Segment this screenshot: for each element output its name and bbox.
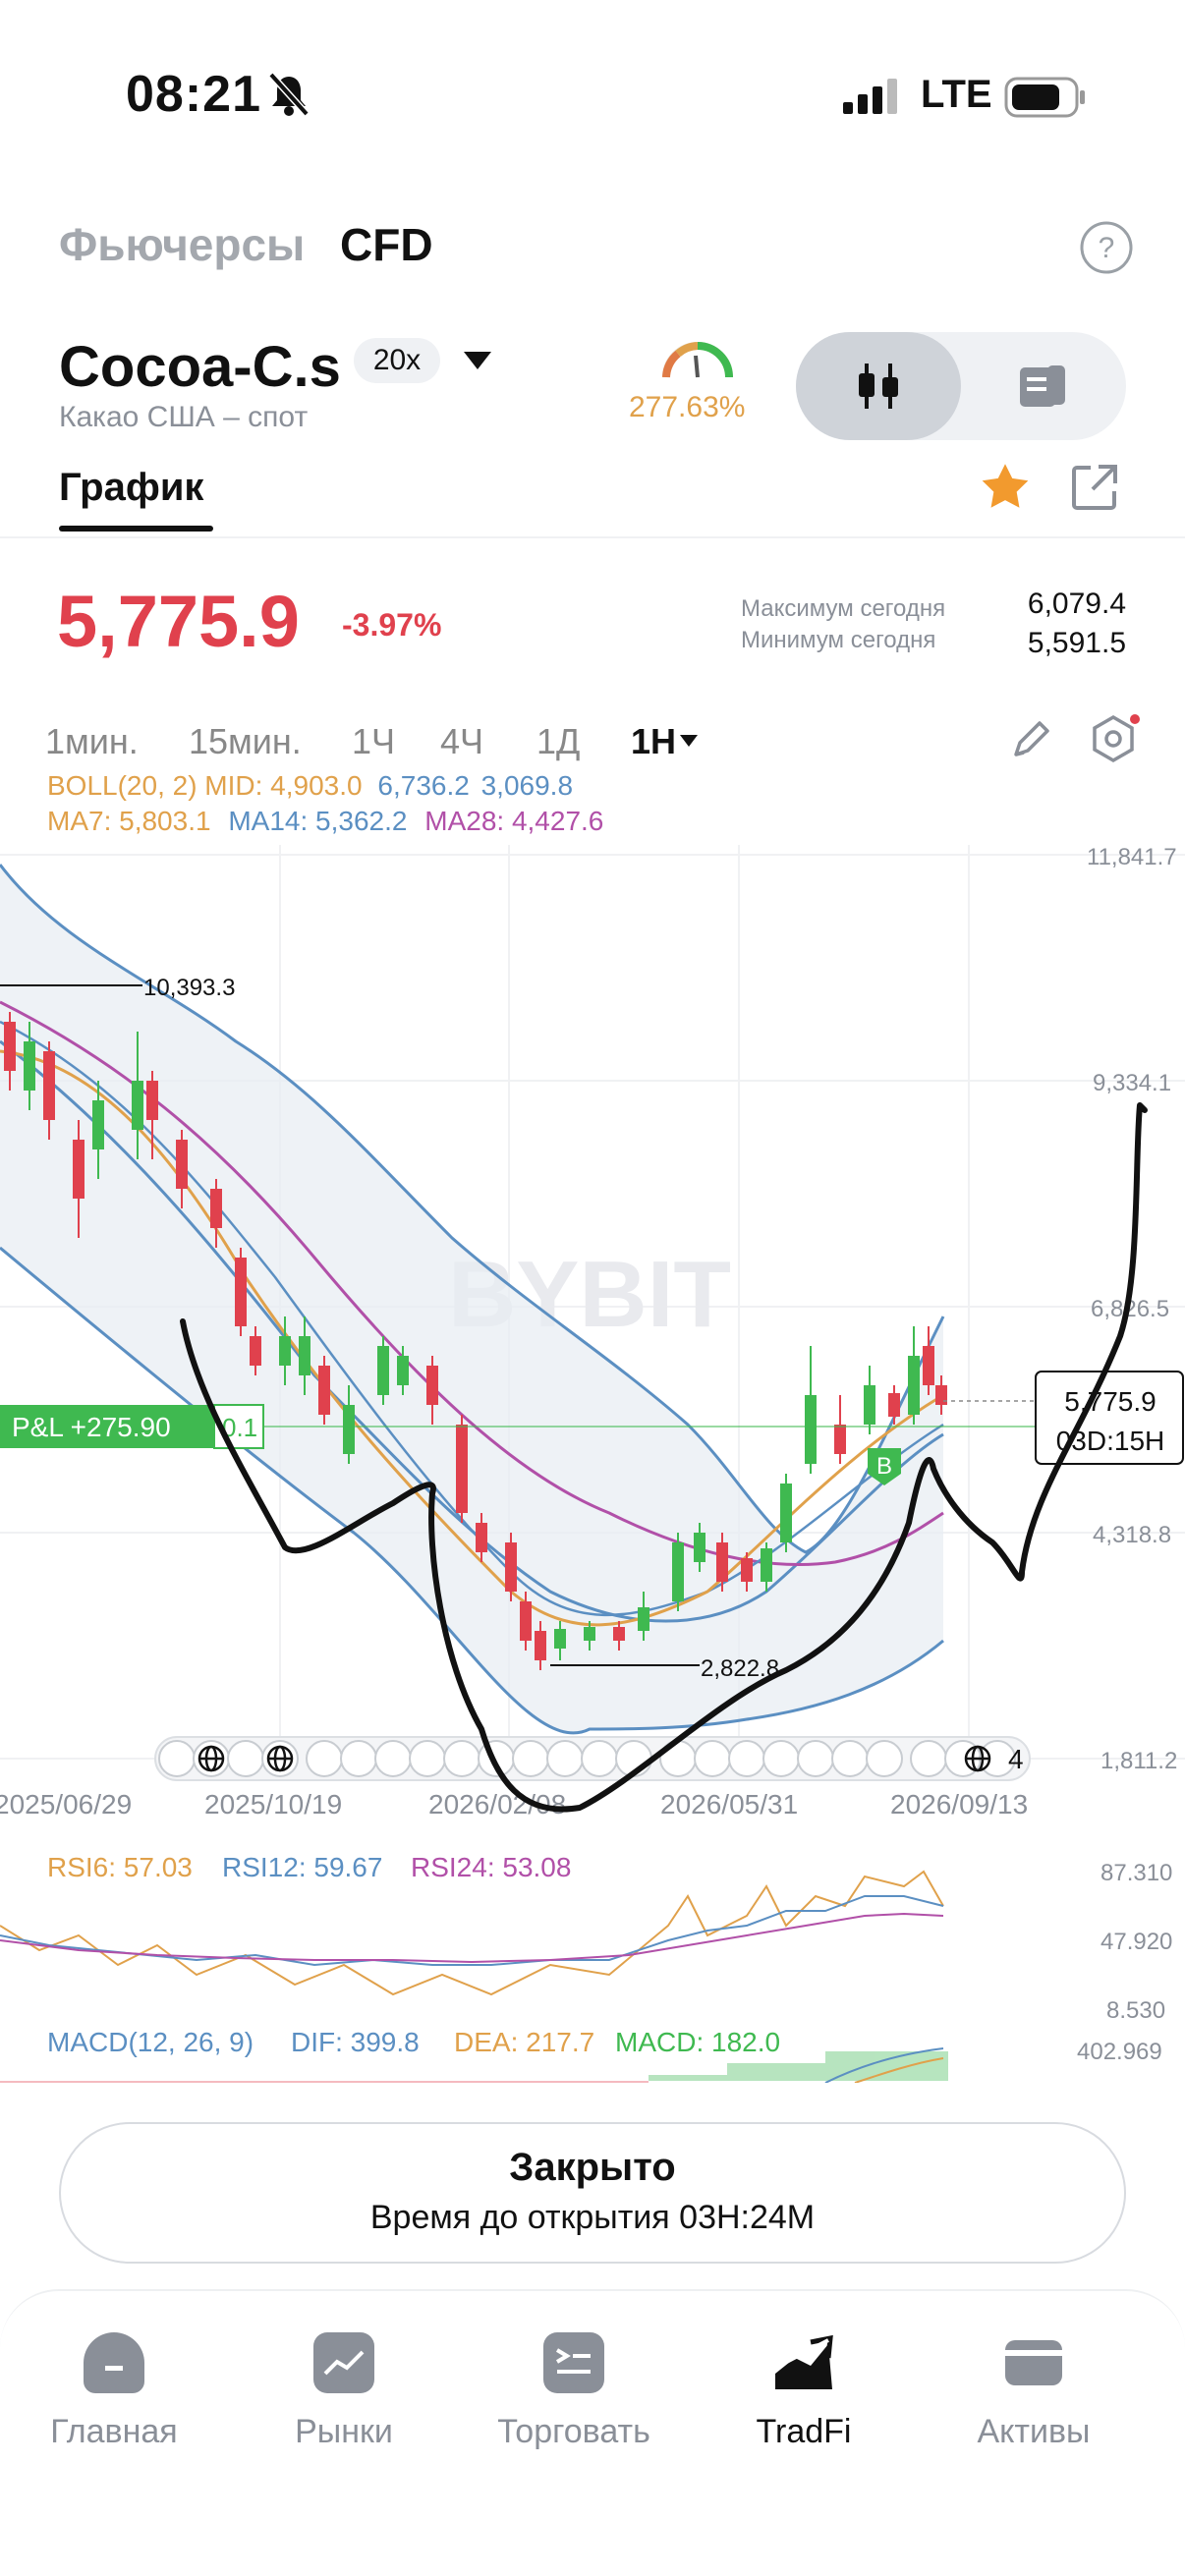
markets-icon xyxy=(313,2332,374,2393)
timeframe-1w[interactable]: 1Н xyxy=(631,721,676,762)
boll-upper: 6,736.2 xyxy=(377,770,470,801)
leverage-badge[interactable]: 20x xyxy=(354,338,440,383)
y-tick-4: 4,318.8 xyxy=(1093,1522,1171,1548)
gauge-value: 277.63% xyxy=(629,391,746,423)
timeframe-1min[interactable]: 1мин. xyxy=(45,721,139,762)
macd-tick: 402.969 xyxy=(1077,2039,1162,2065)
bottom-nav: Главная Рынки Торговать TradFi Активы xyxy=(0,2289,1185,2576)
nav-home[interactable]: Главная xyxy=(16,2332,212,2451)
pnl-label: P&L +275.90 xyxy=(12,1412,171,1442)
bollinger-band xyxy=(0,865,943,1733)
y-tick-2: 9,334.1 xyxy=(1093,1070,1171,1096)
rsi12-value: RSI12: 59.67 xyxy=(222,1852,382,1882)
home-icon xyxy=(84,2332,144,2393)
nav-assets[interactable]: Активы xyxy=(935,2332,1132,2451)
instrument-subtitle: Какао США – спот xyxy=(59,401,309,433)
gauge-icon xyxy=(658,336,737,388)
dropdown-icon[interactable] xyxy=(464,352,491,376)
tab-underline xyxy=(59,526,213,532)
timeframe-1h[interactable]: 1Ч xyxy=(352,721,395,762)
x-tick-1: 2025/06/29 xyxy=(0,1789,132,1820)
tradfi-icon xyxy=(771,2332,836,2393)
nav-trade-label: Торговать xyxy=(497,2413,650,2450)
rsi-tick-2: 47.920 xyxy=(1100,1929,1172,1955)
y-tick-5: 1,811.2 xyxy=(1100,1748,1177,1774)
nav-home-label: Главная xyxy=(50,2413,178,2450)
mute-icon xyxy=(267,71,310,123)
nav-tradfi[interactable]: TradFi xyxy=(705,2332,902,2451)
boll-mid: BOLL(20, 2) MID: 4,903.0 xyxy=(47,770,363,801)
market-open-countdown: Время до открытия 03H:24M xyxy=(369,2199,816,2236)
x-tick-5: 2026/09/13 xyxy=(890,1789,1028,1820)
high-label: Максимум сегодня xyxy=(741,595,946,622)
signal-icon xyxy=(843,79,900,119)
x-tick-2: 2025/10/19 xyxy=(204,1789,342,1820)
battery-icon xyxy=(1004,77,1087,123)
y-tick-1: 11,841.7 xyxy=(1087,844,1177,870)
nav-tradfi-label: TradFi xyxy=(756,2413,852,2450)
last-price: 5,775.9 xyxy=(57,581,300,662)
view-toggle[interactable] xyxy=(796,332,1126,440)
event-markers[interactable]: 4 xyxy=(154,1736,1031,1781)
rsi-tick-1: 87.310 xyxy=(1100,1860,1172,1886)
instrument-symbol[interactable]: Cocoa-C.s xyxy=(59,334,341,400)
candlestick-icon xyxy=(855,362,902,416)
dea-value: DEA: 217.7 xyxy=(454,2027,594,2057)
svg-text:?: ? xyxy=(1099,232,1115,264)
high-value: 6,079.4 xyxy=(1027,588,1126,620)
high-marker-label: 10,393.3 xyxy=(143,975,235,1001)
macd-label: MACD(12, 26, 9) xyxy=(47,2027,254,2057)
buy-marker-label: B xyxy=(876,1453,892,1480)
pencil-icon[interactable] xyxy=(1008,717,1053,767)
tab-futures[interactable]: Фьючерсы xyxy=(59,218,305,271)
header-divider xyxy=(0,536,1185,538)
network-label: LTE xyxy=(921,73,992,116)
low-label: Минимум сегодня xyxy=(741,627,936,653)
low-value: 5,591.5 xyxy=(1027,627,1126,659)
settings-icon[interactable] xyxy=(1089,713,1142,771)
tab-chart[interactable]: График xyxy=(59,466,203,510)
document-icon[interactable] xyxy=(1018,364,1069,414)
star-icon[interactable] xyxy=(977,460,1034,520)
timeframe-dropdown-icon[interactable] xyxy=(680,735,698,754)
rsi6-line xyxy=(0,1870,944,1996)
boll-legend: BOLL(20, 2) MID: 4,903.0 6,736.2 3,069.8 xyxy=(47,770,573,802)
x-tick-3: 2026/02/08 xyxy=(428,1789,566,1820)
market-closed-panel: Закрыто Время до открытия 03H:24M xyxy=(59,2122,1126,2264)
x-tick-4: 2026/05/31 xyxy=(660,1789,798,1820)
share-icon[interactable] xyxy=(1069,462,1120,518)
tab-cfd[interactable]: CFD xyxy=(340,218,433,271)
help-icon[interactable]: ? xyxy=(1079,220,1134,280)
candle-view-button[interactable] xyxy=(796,332,961,440)
macd-value: MACD: 182.0 xyxy=(615,2027,780,2057)
nav-markets[interactable]: Рынки xyxy=(246,2332,442,2451)
price-chart[interactable]: BYBIT 10,393.3 2,822.8 P&L +275.90 0.1 5… xyxy=(0,815,1185,2083)
timeframe-4h[interactable]: 4Ч xyxy=(440,721,483,762)
trade-icon xyxy=(543,2332,604,2393)
boll-lower: 3,069.8 xyxy=(480,770,574,801)
timeframe-15min[interactable]: 15мин. xyxy=(189,721,302,762)
rsi24-line xyxy=(0,1912,944,1964)
price-tag-value: 5,775.9 xyxy=(1064,1386,1156,1417)
nav-assets-label: Активы xyxy=(977,2413,1091,2450)
timeframe-1d[interactable]: 1Д xyxy=(536,721,580,762)
status-time: 08:21 xyxy=(126,66,261,123)
market-closed-title: Закрыто xyxy=(509,2146,676,2189)
price-change: -3.97% xyxy=(342,607,442,643)
wallet-icon xyxy=(1003,2332,1064,2393)
dif-value: DIF: 399.8 xyxy=(291,2027,420,2057)
rsi24-value: RSI24: 53.08 xyxy=(411,1852,571,1882)
rsi6-value: RSI6: 57.03 xyxy=(47,1852,193,1882)
event-count: 4 xyxy=(1008,1744,1024,1774)
nav-markets-label: Рынки xyxy=(295,2413,393,2450)
nav-trade[interactable]: Торговать xyxy=(476,2332,672,2451)
rsi-tick-3: 8.530 xyxy=(1106,1997,1165,2024)
